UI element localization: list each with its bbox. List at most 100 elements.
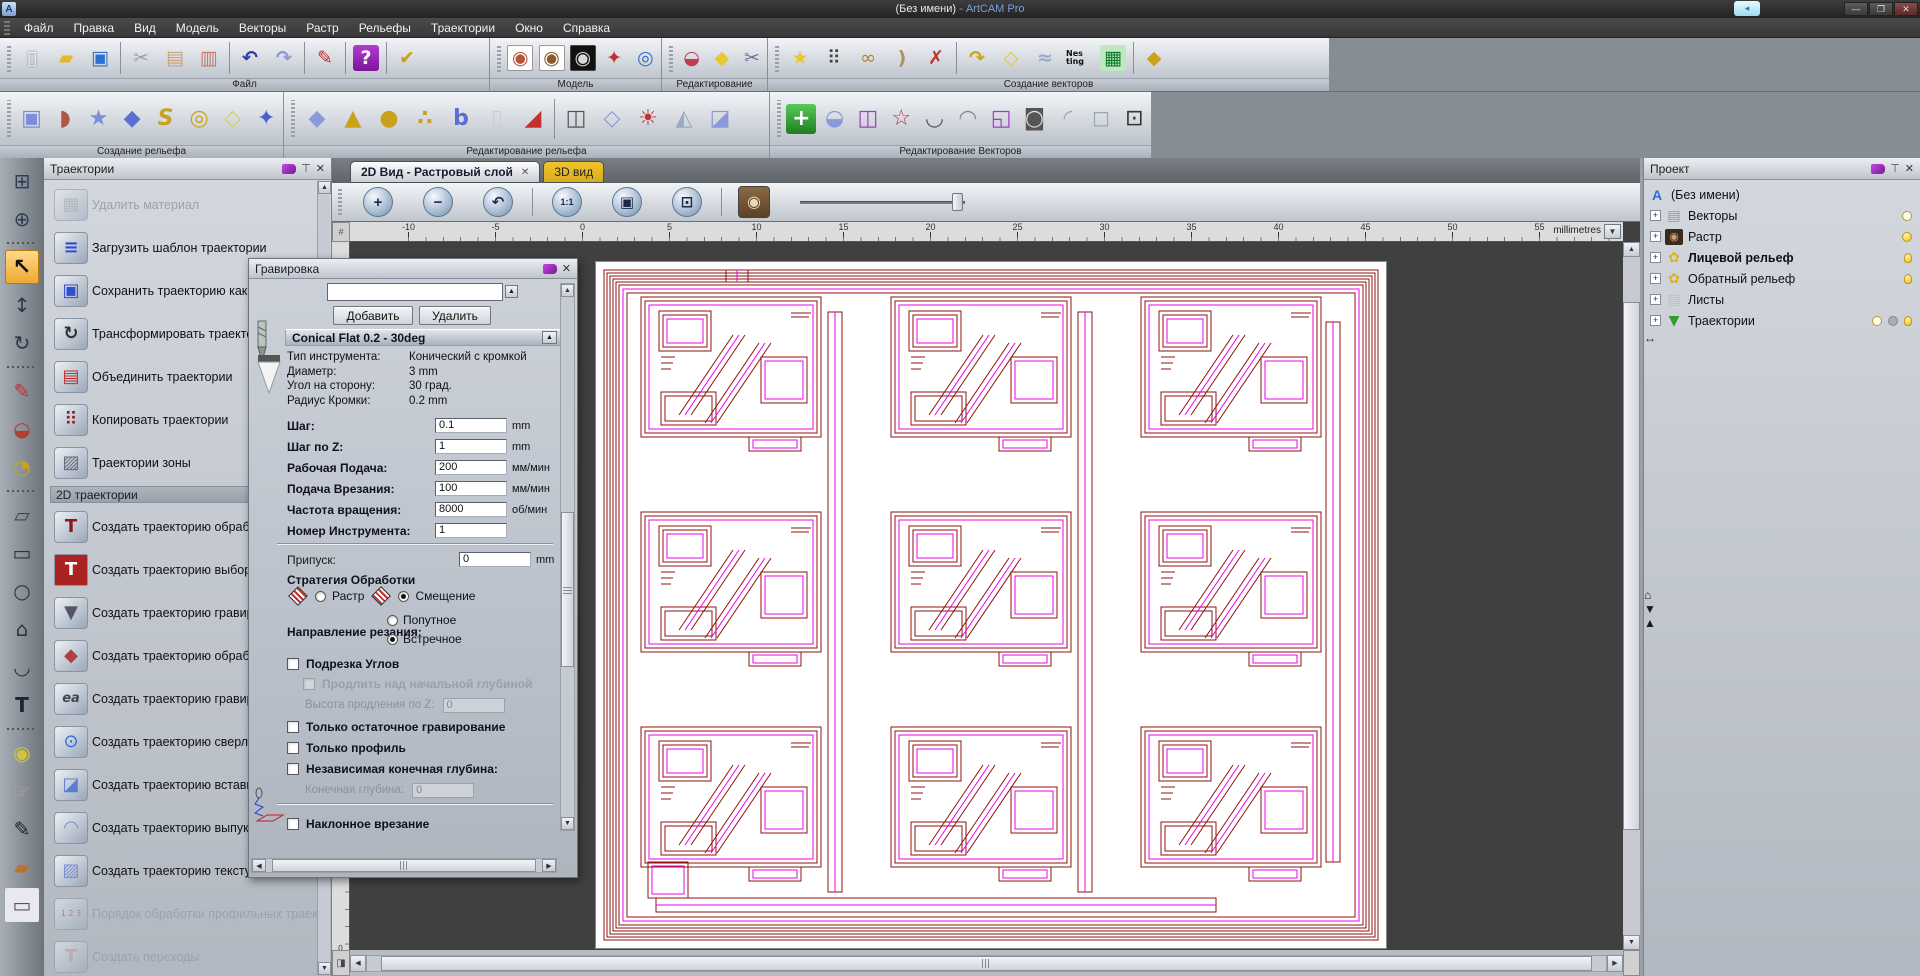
dialog-close-icon[interactable]: ✕ — [562, 262, 571, 275]
scroll-right-icon[interactable]: ▶ — [542, 859, 556, 872]
relief-smooth-icon[interactable]: ◪ — [702, 99, 738, 139]
scroll-left-icon[interactable]: ◀ — [350, 954, 366, 972]
canvas-horizontal-scrollbar[interactable]: ◨ ◀ ▶ — [332, 950, 1640, 976]
raster-vase-icon[interactable]: ◒ — [677, 42, 707, 74]
zoom-slider[interactable] — [800, 192, 965, 212]
pin-icon[interactable]: ⊤ — [301, 162, 311, 175]
vector-group-icon[interactable]: ◱ — [984, 99, 1017, 139]
close-button[interactable]: ✕ — [1894, 2, 1918, 16]
node-edit-icon[interactable]: ↕ — [5, 288, 39, 322]
parameter-input[interactable]: 200 — [435, 460, 507, 475]
dialog-titlebar[interactable]: Гравировка ✕ — [249, 259, 577, 279]
tree-vectors[interactable]: + ▤ Векторы — [1648, 205, 1918, 226]
relief-teardrop-icon[interactable]: ◗ — [48, 99, 82, 139]
hscroll-thumb[interactable] — [381, 955, 1592, 971]
scroll-left-icon[interactable]: ◀ — [252, 859, 266, 872]
raster-radio[interactable] — [315, 590, 326, 602]
tree-expander-icon[interactable]: + — [1650, 210, 1661, 221]
zoom-1to1-button[interactable]: 1:1 — [552, 187, 582, 217]
vector-measure-arc-icon[interactable]: ◡ — [918, 99, 951, 139]
zoom-slider-handle[interactable] — [952, 193, 963, 211]
chisel-tool-icon[interactable]: ▰ — [5, 850, 39, 884]
extend-above-checkbox[interactable] — [303, 678, 315, 690]
menu-item[interactable]: Файл — [14, 19, 64, 37]
tool-list-box[interactable] — [327, 283, 503, 301]
visibility-bulb-icon[interactable] — [1888, 315, 1898, 326]
conventional-radio[interactable] — [387, 633, 398, 645]
zoom-object-button[interactable]: ◉ — [738, 186, 770, 218]
vector-chain-icon[interactable]: ∞ — [851, 42, 885, 74]
relief-spiky-icon[interactable]: ☀ — [630, 99, 666, 139]
relief-twist-icon[interactable]: ✦ — [249, 99, 283, 139]
dialog-horizontal-scrollbar[interactable]: ◀ ▶ — [251, 858, 557, 873]
circle-tool-icon[interactable]: ○ — [5, 574, 39, 608]
vector-clip-icon[interactable]: ◻ — [1084, 99, 1117, 139]
scroll-down-icon[interactable]: ▼ — [1623, 935, 1640, 950]
tab-3d-view[interactable]: 3D вид — [543, 161, 605, 183]
vector-weld-icon[interactable]: ◙ — [1018, 99, 1051, 139]
vector-arc-gray-icon[interactable]: ◜ — [1051, 99, 1084, 139]
zoom-out-button[interactable]: − — [423, 187, 453, 217]
dialog-vscroll-thumb[interactable] — [561, 512, 574, 667]
menu-item[interactable]: Траектории — [421, 19, 505, 37]
cut-icon[interactable]: ✂ — [124, 42, 158, 74]
relief-shapes-icon[interactable]: ▣ — [15, 99, 49, 139]
final-depth-input[interactable]: 0 — [412, 782, 475, 798]
zoom-fit-button[interactable]: ▣ — [612, 187, 642, 217]
tab-2d-view[interactable]: 2D Вид - Растровый слой ✕ — [350, 161, 541, 183]
tree-root[interactable]: A (Без имени) — [1648, 184, 1918, 205]
vector-select-icon[interactable]: ▱ — [5, 498, 39, 532]
notes-icon[interactable]: ✎ — [308, 42, 342, 74]
visibility-bulb-icon[interactable] — [1902, 210, 1912, 221]
vscroll-thumb[interactable] — [1623, 302, 1640, 830]
visibility-bulb-icon[interactable] — [1904, 273, 1912, 284]
flood-fill-icon[interactable]: ◒ — [5, 412, 39, 446]
open-model-icon[interactable]: ▰ — [49, 42, 83, 74]
ruler-corner-button[interactable]: # — [332, 222, 350, 242]
vector-nodes-icon[interactable]: ⠿ — [817, 42, 851, 74]
relief-scatter-icon[interactable]: ∴ — [407, 99, 443, 139]
model-check-icon[interactable]: ✔ — [390, 42, 424, 74]
undo-icon[interactable]: ↶ — [233, 42, 267, 74]
teamviewer-tray-icon[interactable]: ↔ — [1644, 331, 1920, 345]
vector-curve-arrow-icon[interactable]: ↷ — [960, 42, 994, 74]
parameter-input[interactable]: 8000 — [435, 502, 507, 517]
tab-close-icon[interactable]: ✕ — [521, 167, 529, 178]
menu-item[interactable]: Растр — [296, 19, 348, 37]
maximize-button[interactable]: ❐ — [1869, 2, 1893, 16]
tree-back-relief[interactable]: + ✿ Обратный рельеф — [1648, 268, 1918, 289]
arc-tool-icon[interactable]: ◡ — [5, 650, 39, 684]
panel-home-button[interactable]: ⌂ — [1644, 588, 1920, 602]
sheet-layout-icon[interactable]: ▦ — [1096, 42, 1130, 74]
rectangle-tool-icon[interactable]: ▭ — [5, 536, 39, 570]
profile-only-checkbox[interactable] — [287, 741, 299, 754]
vector-folder-icon[interactable]: ★ — [783, 42, 817, 74]
menu-item[interactable]: Модель — [166, 19, 229, 37]
delete-tool-button[interactable]: Удалить — [419, 306, 491, 325]
toolpath-ramps[interactable]: T Создать переходы — [44, 935, 331, 976]
model-raster-preview-icon[interactable]: ◉ — [505, 42, 536, 74]
tree-toolpaths[interactable]: + ▼ Траектории — [1648, 310, 1918, 331]
ramp-entry-checkbox[interactable] — [287, 817, 299, 830]
copy-icon[interactable]: ▤ — [158, 42, 192, 74]
dialog-hscroll-thumb[interactable] — [272, 859, 536, 872]
model-light-icon[interactable]: ✦ — [598, 42, 629, 74]
vector-add-icon[interactable]: + — [785, 99, 818, 139]
raster-trim-icon[interactable]: ✂ — [737, 42, 767, 74]
tree-expander-icon[interactable]: + — [1650, 294, 1661, 305]
model-sheet[interactable] — [596, 262, 1386, 948]
relief-star-icon[interactable]: ★ — [82, 99, 116, 139]
assistant-panel-titlebar[interactable]: ⌂ ▼ ▲ — [1644, 588, 1920, 630]
vector-wavy-star-icon[interactable]: ☆ — [885, 99, 918, 139]
relief-wizard-icon[interactable]: ◢ — [515, 99, 551, 139]
climb-radio[interactable] — [387, 614, 398, 626]
relief-extrude-icon[interactable]: ◆ — [115, 99, 149, 139]
vector-cage-icon[interactable]: ◫ — [851, 99, 884, 139]
save-model-icon[interactable]: ▣ — [83, 42, 117, 74]
vector-arc-icon[interactable]: ) — [885, 42, 919, 74]
tree-expander-icon[interactable]: + — [1650, 273, 1661, 284]
vector-cut-icon[interactable]: ✗ — [919, 42, 953, 74]
relief-dome-icon[interactable]: ● — [371, 99, 407, 139]
titlebar-tray-icon[interactable]: ◂ — [1734, 1, 1760, 16]
relief-weave-icon[interactable]: ◎ — [182, 99, 216, 139]
